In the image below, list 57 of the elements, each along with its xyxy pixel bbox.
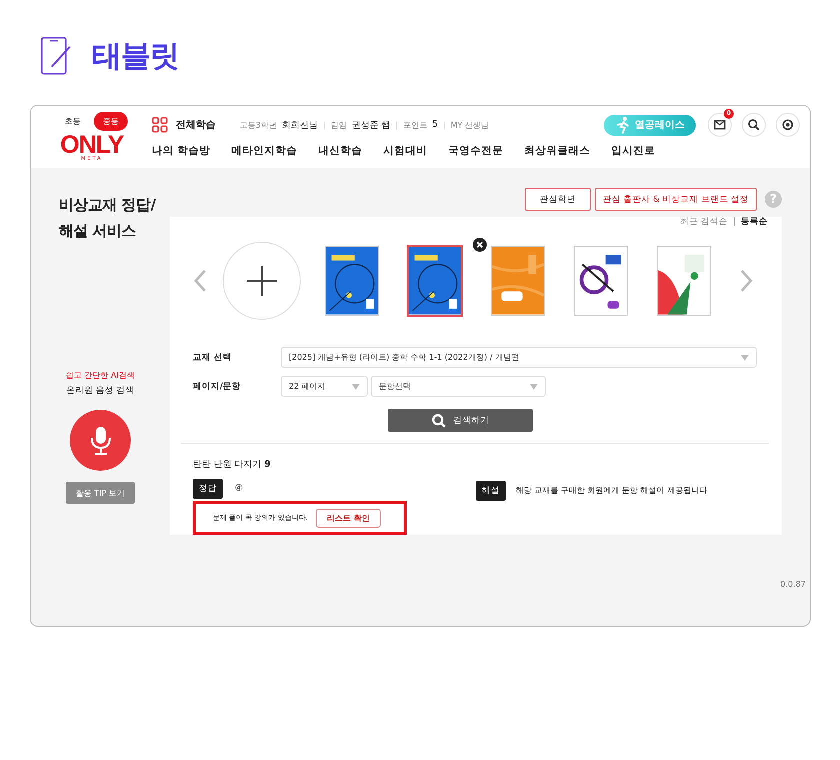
service-title: 비상교재 정답/	[59, 195, 156, 216]
list-button[interactable]: 리스트 확인	[316, 508, 381, 528]
search-button[interactable]: 검색하기	[388, 409, 533, 432]
separator: |	[443, 120, 446, 130]
service-title: 해설 서비스	[59, 221, 138, 242]
info-value: 5	[432, 120, 438, 130]
info-label: 포인트	[403, 120, 428, 130]
sort-link[interactable]: 등록순	[741, 216, 768, 228]
separator: |	[396, 120, 398, 130]
dropdown[interactable]: 문항선택	[371, 376, 546, 398]
info-value: 권성준 쌤	[352, 120, 391, 132]
all-study-link[interactable]: 전체학습	[152, 117, 216, 133]
my-teacher-link[interactable]: MY 선생님	[450, 120, 490, 130]
caret-icon	[352, 384, 360, 390]
level-tab[interactable]: 초등	[58, 113, 88, 130]
nav-item[interactable]: 내신학습	[318, 144, 363, 158]
search-icon	[748, 119, 760, 131]
form-label: 페이지/문항	[193, 380, 242, 393]
explanation-text: 해당 교재를 구매한 회원에게 문항 해설이 제공됩니다	[516, 485, 708, 496]
answer-text: ④	[235, 484, 244, 494]
caret-icon	[530, 384, 538, 390]
version-text: 0.0.87	[780, 580, 806, 589]
search-button[interactable]	[742, 113, 766, 137]
nav-item[interactable]: 최상위클래스	[524, 144, 591, 158]
sort-link[interactable]: 최근 검색순	[680, 216, 728, 228]
plus-icon	[247, 266, 277, 296]
settings-icon	[782, 119, 794, 131]
nav-item[interactable]: 입시진로	[612, 144, 656, 158]
separator: |	[733, 217, 736, 227]
voice-search-label: 온리원 음성 검색	[66, 385, 135, 397]
answer-tag: 정답	[193, 479, 223, 499]
form-label: 교재 선택	[193, 352, 233, 364]
result-title: 탄탄 단원 다지기 9	[193, 459, 272, 471]
level-tab[interactable]: 중등	[94, 112, 128, 131]
info-label: 고등3학년	[240, 120, 278, 130]
grid-icon	[152, 117, 168, 133]
filter-button[interactable]: 관심학년	[524, 188, 591, 211]
info-label: 담임	[330, 120, 347, 130]
dropdown[interactable]: 22 페이지	[281, 376, 368, 398]
separator: |	[323, 120, 326, 130]
nav-item[interactable]: 메타인지학습	[232, 144, 298, 158]
info-value: 회희진님	[282, 120, 318, 132]
runner-icon	[615, 116, 631, 134]
dropdown[interactable]: [2025] 개념+유형 (라이트) 중학 수학 1-1 (2022개정) / 개념편	[281, 347, 757, 368]
ai-search-label: 쉽고 간단한 AI검색	[66, 370, 135, 381]
close-icon[interactable]	[473, 238, 487, 252]
mail-icon	[714, 120, 726, 130]
explanation-tag: 해설	[476, 480, 506, 500]
search-icon	[432, 414, 446, 428]
nav-item[interactable]: 시험대비	[384, 144, 428, 158]
nav-item[interactable]: 나의 학습방	[152, 144, 211, 158]
settings-button[interactable]	[776, 113, 800, 137]
nav-item[interactable]: 국영수전문	[448, 144, 504, 158]
microphone-icon	[88, 426, 112, 456]
page-title: 태블릿	[92, 38, 179, 76]
caret-icon	[741, 354, 749, 361]
filter-button[interactable]: 관심 출판사 & 비상교재 브랜드 설정	[594, 188, 757, 211]
